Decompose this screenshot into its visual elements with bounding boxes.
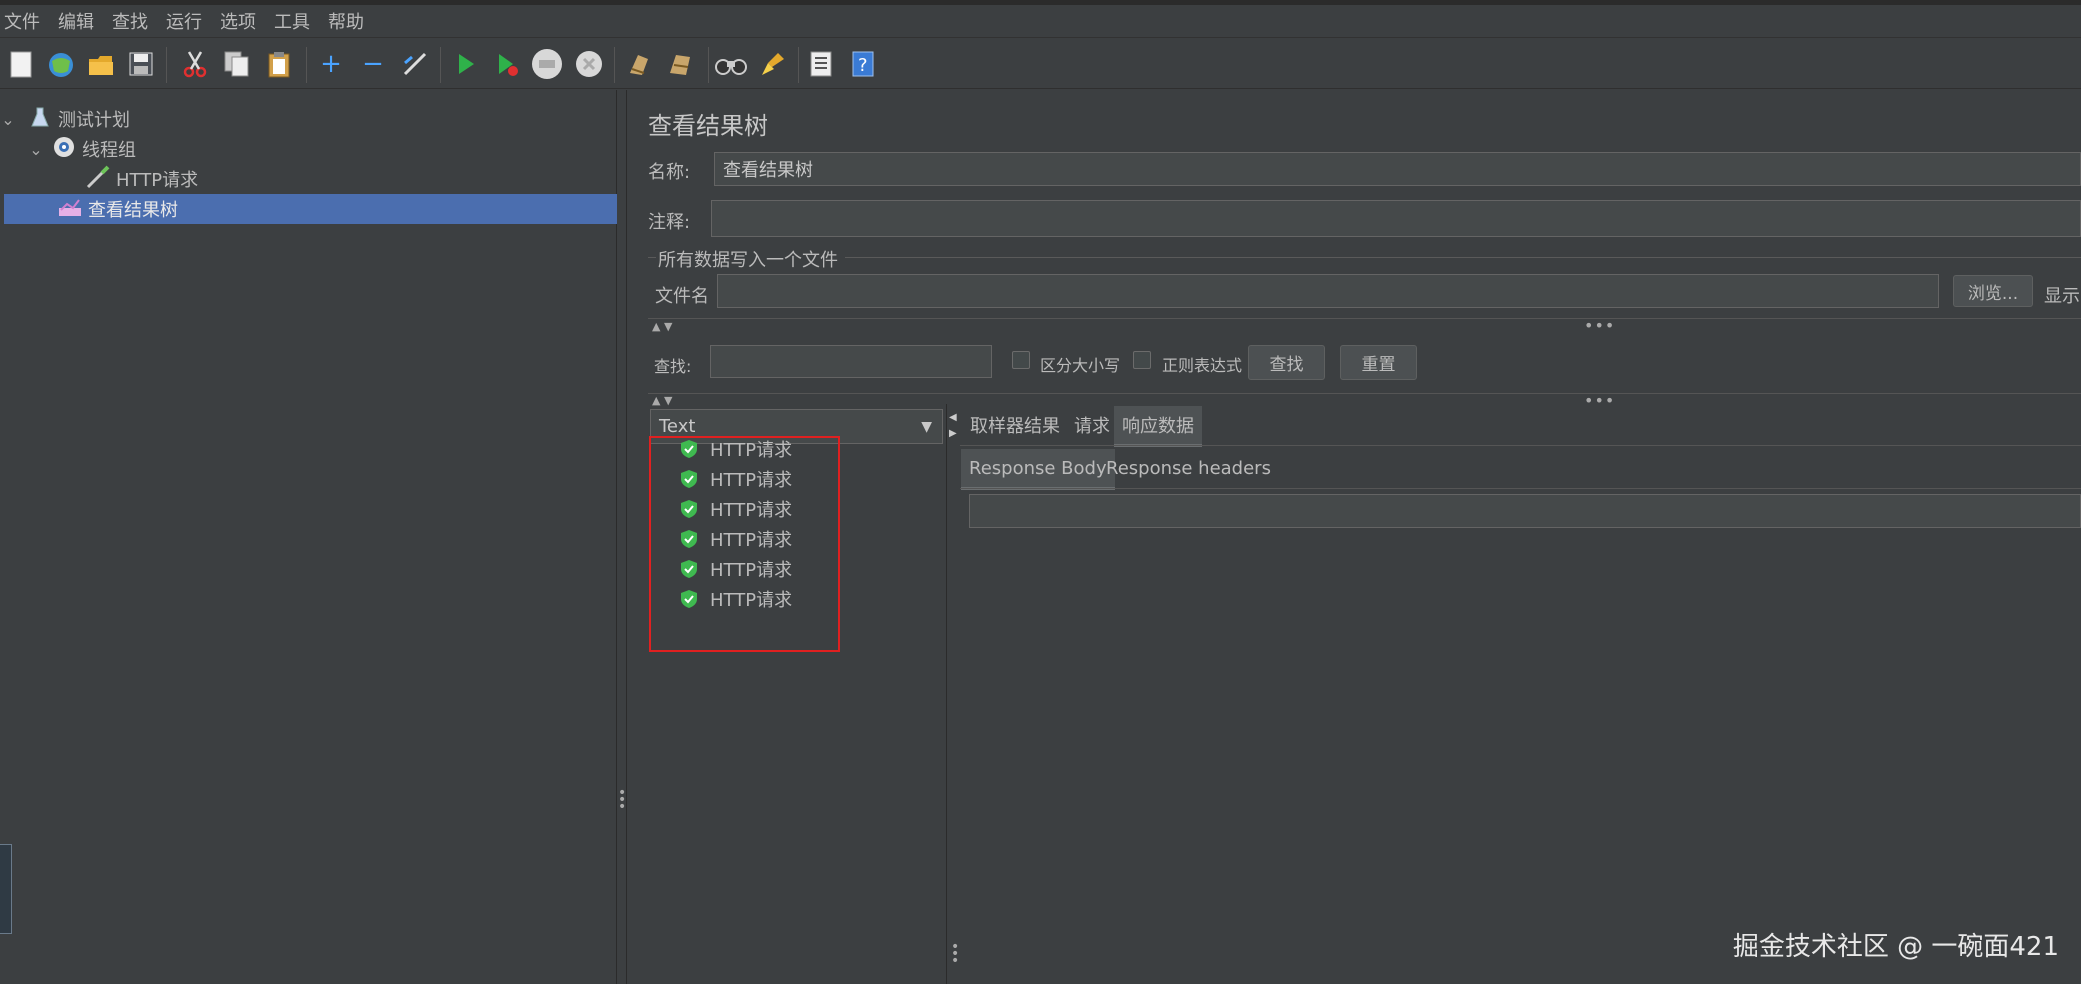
tab-strip-border	[960, 488, 2081, 489]
horizontal-splitter[interactable]	[648, 318, 2081, 319]
sampler-pipette-icon	[84, 164, 112, 195]
toolbar-separator	[708, 47, 709, 83]
stop-icon[interactable]	[530, 47, 564, 81]
horizontal-splitter[interactable]	[648, 393, 2081, 394]
splitter-arrows-icon[interactable]: ▲ ▼	[652, 394, 672, 407]
vertical-splitter[interactable]: • • •	[617, 90, 627, 984]
menu-tools[interactable]: 工具	[270, 8, 324, 34]
paste-icon[interactable]	[262, 47, 296, 81]
tab-response-body[interactable]: Response Body	[961, 449, 1115, 490]
toggle-icon[interactable]	[398, 47, 432, 81]
filename-field[interactable]	[717, 274, 1939, 308]
tree-node-label: HTTP请求	[116, 170, 199, 191]
chevron-down-icon: ▼	[921, 418, 932, 435]
tree-node-label: 线程组	[82, 140, 136, 161]
svg-text:?: ?	[858, 55, 868, 76]
chevron-down-icon[interactable]: ⌄	[0, 110, 16, 129]
copy-icon[interactable]	[220, 47, 254, 81]
expand-icon[interactable]: +	[314, 47, 348, 81]
toolbar-separator	[798, 47, 799, 83]
clear-icon[interactable]	[622, 47, 656, 81]
function-helper-icon[interactable]	[804, 47, 838, 81]
menu-bar: 文件 编辑 查找 运行 选项 工具 帮助	[0, 5, 2081, 38]
menu-search[interactable]: 查找	[108, 8, 162, 34]
tree-node-results-tree[interactable]: 查看结果树	[4, 194, 617, 224]
search-label: 查找:	[654, 357, 692, 376]
tree-node-test-plan[interactable]: ⌄ 测试计划	[0, 104, 617, 134]
test-plan-tree: ⌄ 测试计划 ⌄ 线程组 HTTP请求 查看结果树	[0, 90, 617, 984]
regex-checkbox[interactable]	[1133, 351, 1151, 369]
help-icon[interactable]: ?	[846, 47, 880, 81]
reset-button[interactable]: 重置	[1340, 345, 1417, 380]
start-icon[interactable]	[448, 47, 482, 81]
filename-label: 文件名	[655, 286, 709, 307]
collapse-icon[interactable]: −	[356, 47, 390, 81]
file-group-title: 所有数据写入一个文件	[658, 250, 838, 271]
menu-file[interactable]: 文件	[0, 8, 54, 34]
clear-all-icon[interactable]	[664, 47, 698, 81]
templates-icon[interactable]	[44, 47, 78, 81]
toolbar-separator	[306, 47, 307, 83]
tree-node-label: 查看结果树	[88, 200, 178, 221]
chevron-down-icon[interactable]: ⌄	[28, 140, 44, 159]
results-divider[interactable]	[946, 404, 947, 984]
response-search-field[interactable]	[969, 494, 2081, 528]
browse-button[interactable]: 浏览...	[1953, 275, 2033, 307]
highlight-annotation-box	[649, 436, 840, 652]
splitter-arrows-icon[interactable]: ▲ ▼	[652, 320, 672, 333]
group-border	[648, 257, 656, 258]
tab-response-headers[interactable]: Response headers	[1098, 449, 1279, 487]
cut-icon[interactable]	[178, 47, 212, 81]
tab-request[interactable]: 请求	[1066, 406, 1118, 444]
group-border	[845, 257, 2081, 258]
shutdown-icon[interactable]	[572, 47, 606, 81]
new-icon[interactable]	[4, 47, 38, 81]
splitter-grip-icon: • • •	[618, 785, 627, 815]
splitter-grip-icon[interactable]: •••	[951, 940, 959, 968]
menu-run[interactable]: 运行	[162, 8, 216, 34]
toolbar-separator	[166, 47, 167, 83]
regex-label: 正则表达式	[1162, 356, 1243, 375]
name-label: 名称:	[648, 162, 691, 183]
page-title: 查看结果树	[648, 112, 768, 140]
case-sensitive-label: 区分大小写	[1040, 356, 1121, 375]
splitter-grip-icon[interactable]: •••	[1584, 391, 1615, 410]
collapse-arrows-icon[interactable]: ◀ ▶	[949, 410, 957, 442]
search-icon[interactable]	[714, 47, 748, 81]
menu-edit[interactable]: 编辑	[54, 8, 108, 34]
chart-icon	[56, 196, 84, 223]
toolbar: + − ?	[0, 39, 2081, 89]
tree-node-label: 测试计划	[58, 110, 130, 131]
menu-help[interactable]: 帮助	[324, 8, 378, 34]
toolbar-separator	[440, 47, 441, 83]
tab-strip-border	[960, 445, 2081, 446]
search-button[interactable]: 查找	[1248, 345, 1325, 380]
watermark: 掘金技术社区 @ 一碗面421	[1732, 932, 2059, 962]
display-label: 显示	[2044, 286, 2080, 307]
case-sensitive-checkbox[interactable]	[1012, 351, 1030, 369]
toolbar-separator	[614, 47, 615, 83]
comment-field[interactable]	[711, 200, 2081, 237]
start-no-pause-icon[interactable]	[490, 47, 524, 81]
save-icon[interactable]	[124, 47, 158, 81]
splitter-grip-icon[interactable]: •••	[1584, 316, 1615, 335]
side-dock-tab[interactable]	[0, 844, 12, 934]
comment-label: 注释:	[648, 212, 691, 233]
name-field[interactable]: 查看结果树	[714, 152, 2081, 186]
reset-search-icon[interactable]	[756, 47, 790, 81]
tab-response-data[interactable]: 响应数据	[1114, 406, 1202, 447]
tree-node-thread-group[interactable]: ⌄ 线程组	[0, 134, 617, 164]
search-input[interactable]	[710, 345, 992, 378]
tree-node-http-request[interactable]: HTTP请求	[0, 164, 617, 194]
gear-icon	[50, 134, 78, 165]
menu-options[interactable]: 选项	[216, 8, 270, 34]
flask-icon	[26, 106, 54, 133]
open-icon[interactable]	[84, 47, 118, 81]
tab-sampler-result[interactable]: 取样器结果	[962, 406, 1068, 444]
